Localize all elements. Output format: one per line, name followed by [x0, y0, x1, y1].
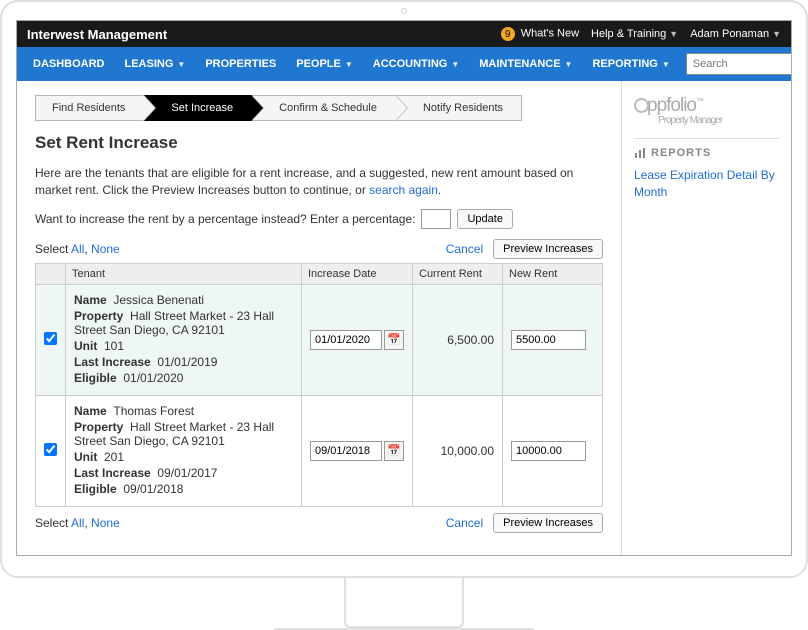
preview-increases-button-top[interactable]: Preview Increases — [493, 239, 603, 259]
select-all-link-bottom[interactable]: All — [71, 516, 84, 530]
update-button[interactable]: Update — [457, 209, 512, 229]
crumb-set-increase[interactable]: Set Increase — [144, 95, 252, 121]
current-rent-value: 6,500.00 — [413, 284, 503, 395]
whats-new-link[interactable]: 9 What's New — [501, 27, 579, 41]
calendar-button[interactable]: 📅 — [384, 330, 404, 350]
table-row: Name Jessica Benenati Property Hall Stre… — [36, 284, 603, 395]
current-rent-value: 10,000.00 — [413, 395, 503, 506]
crumb-notify-residents[interactable]: Notify Residents — [396, 95, 522, 121]
col-checkbox — [36, 263, 66, 284]
calendar-icon: 📅 — [387, 445, 401, 457]
increase-date-input[interactable] — [310, 441, 382, 461]
select-none-link-bottom[interactable]: None — [91, 516, 120, 530]
nav-people[interactable]: PEOPLE▼ — [286, 47, 363, 81]
select-all-link[interactable]: All — [71, 242, 84, 256]
page-description: Here are the tenants that are eligible f… — [35, 165, 603, 199]
col-tenant: Tenant — [66, 263, 302, 284]
crumb-find-residents[interactable]: Find Residents — [35, 95, 144, 121]
table-row: Name Thomas Forest Property Hall Street … — [36, 395, 603, 506]
tenants-table: Tenant Increase Date Current Rent New Re… — [35, 263, 603, 507]
breadcrumb: Find Residents Set Increase Confirm & Sc… — [35, 95, 603, 121]
col-new-rent: New Rent — [503, 263, 603, 284]
notification-badge: 9 — [501, 27, 515, 41]
nav-leasing[interactable]: LEASING▼ — [115, 47, 196, 81]
new-rent-input[interactable] — [511, 330, 586, 350]
search-again-link[interactable]: search again — [369, 183, 438, 197]
tenant-checkbox[interactable] — [44, 332, 57, 345]
select-none-link[interactable]: None — [91, 242, 120, 256]
calendar-icon: 📅 — [387, 334, 401, 346]
percent-label: Want to increase the rent by a percentag… — [35, 212, 415, 226]
nav-dashboard[interactable]: DASHBOARD — [23, 47, 115, 81]
search-input[interactable] — [686, 53, 792, 75]
company-name: Interwest Management — [27, 27, 501, 42]
increase-date-input[interactable] — [310, 330, 382, 350]
page-title: Set Rent Increase — [35, 133, 603, 153]
appfolio-logo: ppfolio™ Property Manager — [634, 95, 779, 126]
calendar-button[interactable]: 📅 — [384, 441, 404, 461]
preview-increases-button-bottom[interactable]: Preview Increases — [493, 513, 603, 533]
nav-reporting[interactable]: REPORTING▼ — [582, 47, 679, 81]
report-link-lease-expiration[interactable]: Lease Expiration Detail By Month — [634, 167, 779, 201]
nav-accounting[interactable]: ACCOUNTING▼ — [363, 47, 469, 81]
percent-input[interactable] — [421, 209, 451, 229]
logo-circle-icon — [634, 98, 649, 113]
col-current-rent: Current Rent — [413, 263, 503, 284]
tenant-checkbox[interactable] — [44, 443, 57, 456]
cancel-link-bottom[interactable]: Cancel — [446, 516, 483, 530]
col-increase-date: Increase Date — [302, 263, 413, 284]
new-rent-input[interactable] — [511, 441, 586, 461]
bar-chart-icon — [634, 147, 646, 159]
crumb-confirm-schedule[interactable]: Confirm & Schedule — [252, 95, 396, 121]
help-training-menu[interactable]: Help & Training▼ — [591, 28, 678, 40]
user-menu[interactable]: Adam Ponaman▼ — [690, 28, 781, 40]
nav-maintenance[interactable]: MAINTENANCE▼ — [469, 47, 582, 81]
reports-heading: REPORTS — [634, 147, 779, 159]
nav-properties[interactable]: PROPERTIES — [195, 47, 286, 81]
cancel-link-top[interactable]: Cancel — [446, 242, 483, 256]
